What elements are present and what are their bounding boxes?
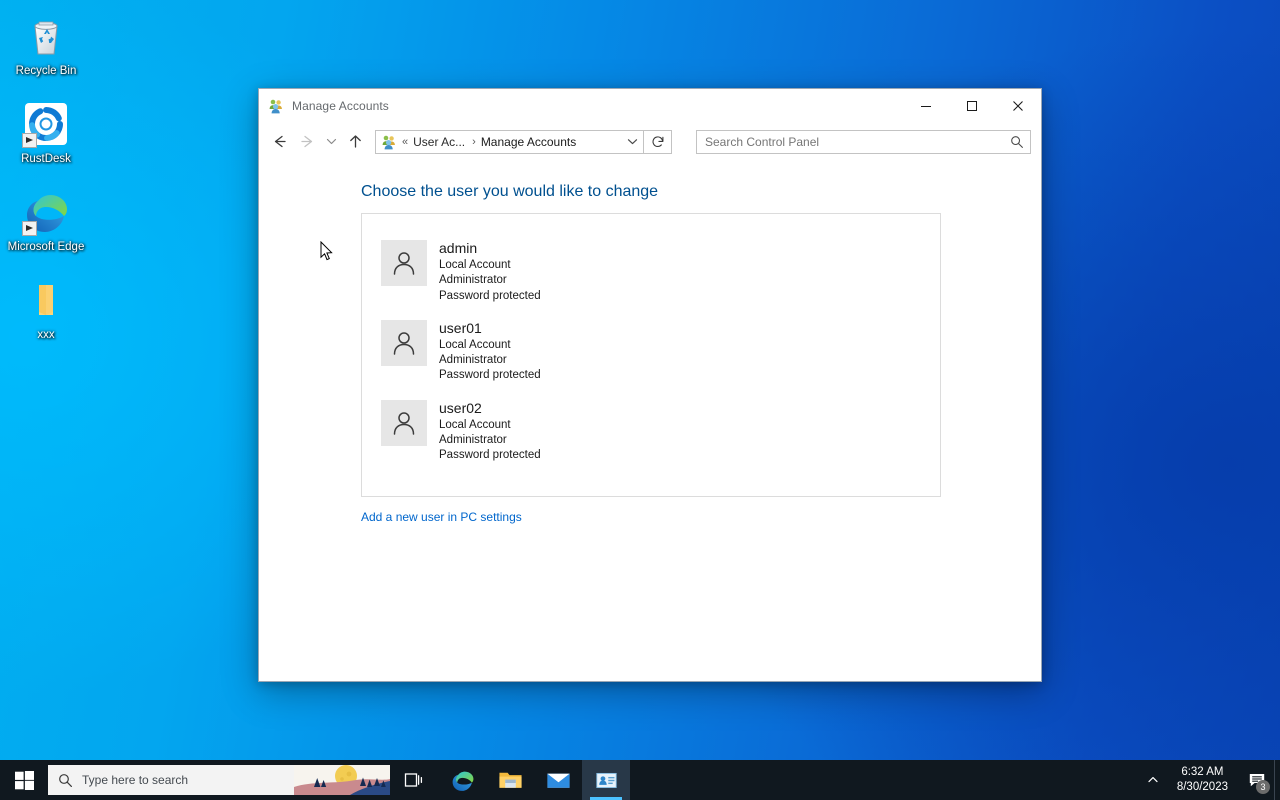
page-title: Choose the user you would like to change <box>361 183 659 200</box>
refresh-button[interactable] <box>644 129 672 154</box>
taskbar-item-task-view[interactable] <box>390 760 438 800</box>
user-card-grid: admin Local Account Administrator Passwo… <box>362 224 940 472</box>
taskbar-item-microsoft-edge[interactable] <box>438 760 486 800</box>
desktop-icon-list: Recycle Bin RustDesk Microsoft Edge xxx <box>0 6 92 358</box>
taskbar-item-file-explorer[interactable] <box>486 760 534 800</box>
taskbar-search-box[interactable]: Type here to search <box>48 765 390 795</box>
user-name: user02 <box>439 399 482 416</box>
shortcut-arrow-icon <box>22 133 37 148</box>
shortcut-arrow-icon <box>22 221 37 236</box>
window-toolbar[interactable]: « User Ac... › Manage Accounts <box>259 122 1041 161</box>
start-button[interactable] <box>0 760 48 800</box>
window-content: Choose the user you would like to change… <box>259 161 1041 681</box>
taskbar-item-mail[interactable] <box>534 760 582 800</box>
add-new-user-link[interactable]: Add a new user in PC settings <box>361 510 522 524</box>
user-name: user01 <box>439 319 482 336</box>
user-role: Administrator <box>439 434 507 447</box>
rustdesk-icon <box>22 100 70 148</box>
show-desktop-button[interactable] <box>1274 760 1280 800</box>
microsoft-edge-icon <box>452 771 473 791</box>
user-password-status: Password protected <box>439 449 541 462</box>
user-role: Administrator <box>439 354 507 367</box>
user-name: admin <box>439 240 478 256</box>
clock[interactable]: 6:32 AM 8/30/2023 <box>1167 760 1240 800</box>
breadcrumb-manage-accounts[interactable]: Manage Accounts <box>479 133 578 151</box>
breadcrumb-user-accounts[interactable]: User Ac... <box>411 133 467 151</box>
manage-accounts-window[interactable]: Manage Accounts « User Ac... › Manage Ac… <box>258 88 1042 682</box>
chevron-down-icon <box>627 139 637 145</box>
user-details: user01 Local Account Administrator Passw… <box>439 320 541 384</box>
user-accounts-icon <box>595 772 617 788</box>
close-button[interactable] <box>995 89 1041 122</box>
up-arrow-icon <box>349 135 361 148</box>
search-control-panel-box[interactable] <box>696 129 1031 154</box>
breadcrumb-separator: › <box>472 135 476 148</box>
chevron-up-icon <box>1148 777 1158 783</box>
notification-badge: 3 <box>1256 780 1270 794</box>
user-accounts-panel: admin Local Account Administrator Passwo… <box>361 213 941 497</box>
user-account-type: Local Account <box>439 418 511 431</box>
user-role: Administrator <box>439 274 507 287</box>
user-account-type: Local Account <box>439 338 511 351</box>
user-avatar-icon <box>381 399 427 446</box>
desktop-icon-label: xxx <box>37 329 55 341</box>
user-details: admin Local Account Administrator Passwo… <box>439 240 541 304</box>
mail-icon <box>546 773 570 788</box>
user-accounts-icon <box>268 98 284 114</box>
system-tray: 6:32 AM 8/30/2023 3 <box>1139 760 1280 800</box>
desktop-icon-label: RustDesk <box>21 153 71 165</box>
user-avatar-icon <box>381 319 427 366</box>
back-arrow-icon <box>274 135 286 148</box>
desktop-icon-label: Microsoft Edge <box>7 241 85 253</box>
address-dropdown-button[interactable] <box>621 131 643 153</box>
show-hidden-icons-button[interactable] <box>1139 760 1167 800</box>
back-button[interactable] <box>265 128 293 156</box>
maximize-button[interactable] <box>949 89 995 122</box>
clock-date: 8/30/2023 <box>1176 781 1228 793</box>
user-card-user01[interactable]: user01 Local Account Administrator Passw… <box>362 312 652 392</box>
recycle-bin-icon <box>22 12 70 60</box>
up-button[interactable] <box>341 128 369 156</box>
taskbar-search-placeholder: Type here to search <box>82 773 189 787</box>
file-explorer-icon <box>498 772 522 788</box>
windows-logo-icon <box>14 770 34 790</box>
search-wallpaper-thumbnail <box>294 765 390 795</box>
user-avatar-icon <box>381 240 427 286</box>
forward-arrow-icon <box>300 135 312 148</box>
search-input[interactable] <box>705 134 1010 149</box>
refresh-icon <box>652 135 663 147</box>
minimize-button[interactable] <box>903 89 949 122</box>
window-controls <box>903 89 1041 122</box>
taskbar[interactable]: Type here to search 6:32 AM 8/30/2023 3 <box>0 760 1280 800</box>
desktop-icon-rustdesk[interactable]: RustDesk <box>0 94 92 174</box>
user-password-status: Password protected <box>439 289 541 302</box>
user-accounts-icon <box>381 134 397 150</box>
notification-center-button[interactable]: 3 <box>1240 760 1274 800</box>
task-view-icon <box>404 773 423 787</box>
forward-button[interactable] <box>293 128 321 156</box>
user-card-admin[interactable]: admin Local Account Administrator Passwo… <box>362 232 652 312</box>
search-icon <box>1011 135 1023 148</box>
desktop[interactable]: Recycle Bin RustDesk Microsoft Edge xxx … <box>0 0 1280 800</box>
taskbar-item-manage-accounts[interactable] <box>582 760 630 800</box>
microsoft-edge-icon <box>22 188 70 236</box>
desktop-icon-microsoft-edge[interactable]: Microsoft Edge <box>0 182 92 262</box>
desktop-icon-label: Recycle Bin <box>15 65 77 77</box>
chevron-down-icon <box>326 138 336 145</box>
user-card-user02[interactable]: user02 Local Account Administrator Passw… <box>362 392 652 472</box>
user-details: user02 Local Account Administrator Passw… <box>439 400 541 464</box>
address-bar[interactable]: « User Ac... › Manage Accounts <box>375 129 644 154</box>
window-title: Manage Accounts <box>292 98 389 113</box>
address-prefix: « <box>402 135 409 148</box>
clock-time: 6:32 AM <box>1181 766 1224 778</box>
recent-locations-button[interactable] <box>321 128 341 156</box>
search-icon <box>59 773 72 787</box>
desktop-icon-xxx-folder[interactable]: xxx <box>0 270 92 350</box>
user-password-status: Password protected <box>439 369 541 382</box>
window-titlebar[interactable]: Manage Accounts <box>259 89 1041 122</box>
desktop-icon-recycle-bin[interactable]: Recycle Bin <box>0 6 92 86</box>
user-account-type: Local Account <box>439 259 511 271</box>
folder-icon <box>22 276 70 324</box>
